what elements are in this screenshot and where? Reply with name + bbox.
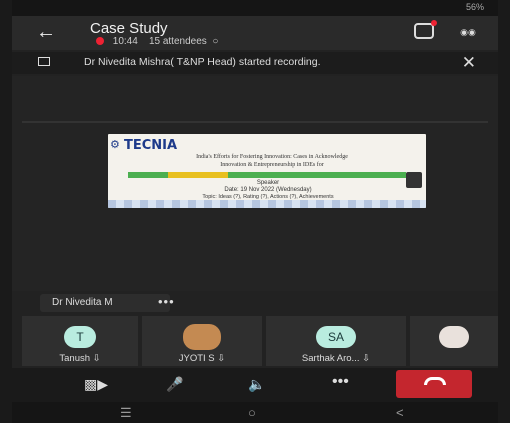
avatar: T (64, 326, 96, 348)
presenter-label[interactable]: Dr Nivedita M ••• (40, 294, 174, 312)
meeting-title: Case Study (90, 20, 168, 37)
recording-banner: Dr Nivedita Mishra( T&NP Head) started r… (12, 52, 498, 74)
tecnia-logo: TECNIA (124, 138, 178, 153)
meeting-subtitle: 10:44 15 attendees ○ (96, 36, 218, 47)
presentation-slide: ⚙ TECNIA India's Efforts for Fostering I… (108, 134, 426, 208)
battery-level: 56% (465, 2, 484, 12)
camera-switch-icon[interactable] (414, 20, 437, 39)
avatar: SA (316, 326, 356, 348)
meeting-header: ← Case Study 10:44 15 attendees ○ ◉◉ (12, 16, 498, 50)
hang-up-button[interactable] (396, 370, 472, 398)
participant-tile[interactable]: T Tanush ⇩ (22, 316, 138, 366)
participant-tile[interactable]: SA Sarthak Aro... ⇩ (266, 316, 406, 366)
slide-line: Speaker (256, 180, 280, 186)
participant-tile[interactable] (410, 316, 498, 366)
slide-line: India's Efforts for Fostering Innovation… (196, 154, 348, 160)
recording-icon (38, 57, 50, 66)
slide-bar (168, 172, 228, 178)
hang-up-icon (424, 377, 446, 385)
divider (22, 121, 488, 123)
gear-icon: ⚙ (110, 139, 120, 151)
slide-line: Date: 19 Nov 2022 (Wednesday) (224, 187, 312, 193)
home-icon[interactable]: ○ (248, 405, 256, 420)
recent-apps-icon[interactable]: ☰ (120, 405, 132, 421)
mic-off-icon[interactable]: 🎤 (166, 376, 183, 393)
participant-name: Tanush ⇩ (59, 353, 101, 364)
participant-name: Sarthak Aro... ⇩ (301, 353, 371, 364)
back-icon[interactable]: < (396, 405, 404, 420)
participant-tile[interactable]: JYOTI S ⇩ (142, 316, 262, 366)
call-controls: ▩▶ 🎤 🔈 ••• (12, 368, 498, 402)
slide-line: Innovation & Entrepreneurship in IDEs fo… (220, 162, 324, 168)
recording-dot-icon (96, 37, 104, 46)
slide-decoration (108, 200, 426, 208)
meeting-screen: 56% ← Case Study 10:44 15 attendees ○ ◉◉… (12, 0, 498, 423)
avatar (183, 324, 221, 350)
system-nav-bar: ☰ ○ < (12, 402, 498, 423)
avatar (439, 326, 469, 348)
presenter-video (406, 172, 422, 188)
close-icon[interactable]: ✕ (462, 53, 476, 73)
meeting-time: 10:44 (112, 36, 138, 47)
status-bar: 56% (12, 0, 498, 16)
back-arrow-icon[interactable]: ← (36, 22, 56, 42)
camera-off-icon[interactable]: ▩▶ (84, 376, 108, 393)
speaker-icon[interactable]: 🔈 (248, 376, 265, 393)
more-options-button[interactable]: ••• (332, 373, 349, 391)
shared-screen: ⚙ TECNIA India's Efforts for Fostering I… (12, 76, 498, 291)
participant-strip: T Tanush ⇩ JYOTI S ⇩ SA Sarthak Aro... ⇩ (12, 316, 498, 366)
more-icon[interactable]: ••• (158, 294, 175, 309)
participants-icon[interactable]: ◉◉ (458, 24, 478, 40)
presenter-name: Dr Nivedita M (52, 297, 113, 308)
recording-message: Dr Nivedita Mishra( T&NP Head) started r… (84, 56, 321, 68)
attendee-count: 15 attendees (148, 36, 207, 47)
participant-name: JYOTI S ⇩ (178, 353, 226, 364)
